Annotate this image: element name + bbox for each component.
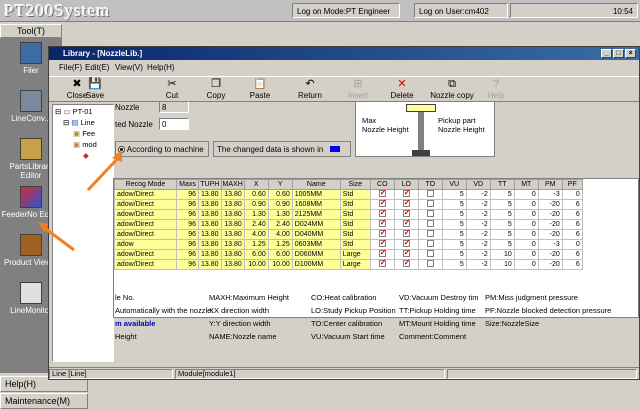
arrow-to-radio xyxy=(86,154,122,192)
arrow-to-feeder xyxy=(41,224,75,252)
annotation-arrows xyxy=(38,150,122,252)
